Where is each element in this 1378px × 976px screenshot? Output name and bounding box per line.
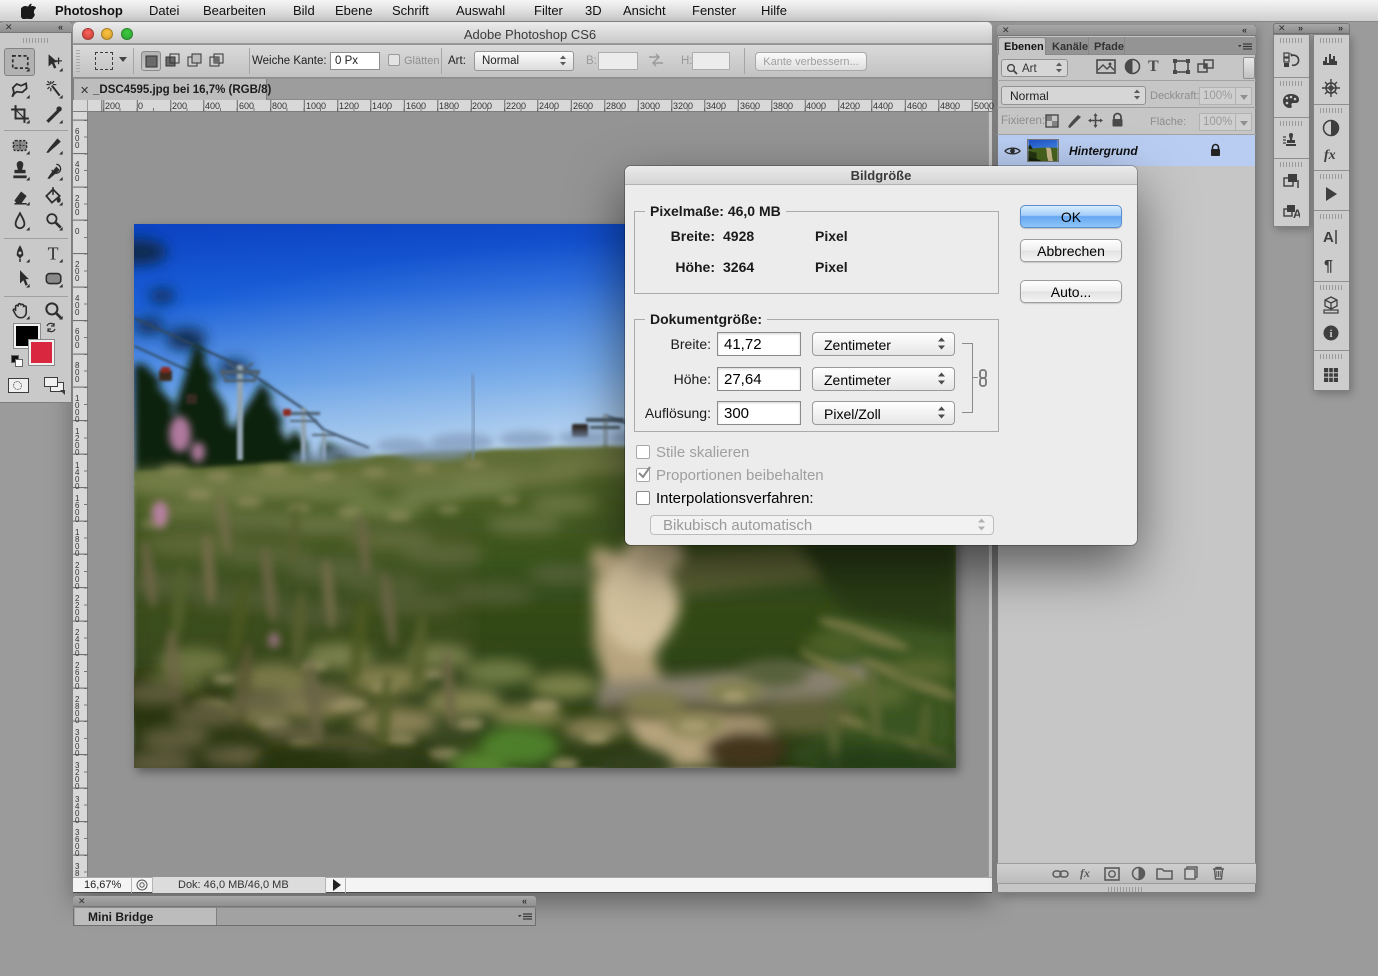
svg-text:A: A xyxy=(1323,229,1334,246)
svg-text:fx: fx xyxy=(1324,148,1336,163)
svg-text:T: T xyxy=(48,244,59,263)
svg-text:¶: ¶ xyxy=(1324,258,1333,274)
svg-text:i: i xyxy=(1329,328,1332,340)
svg-text:A: A xyxy=(1293,207,1300,220)
